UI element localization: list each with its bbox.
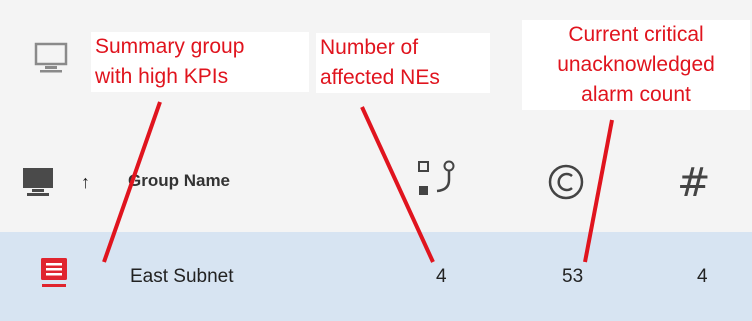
leader-affected-nes: [360, 106, 435, 263]
callout-summary-line-1: Summary group: [95, 35, 245, 58]
callout-summary-line-2: with high KPIs: [95, 65, 229, 88]
callout-critical-line-1: Current critical: [568, 23, 704, 46]
leader-critical-alarms: [583, 119, 614, 263]
callout-nes-line-1: Number of: [320, 36, 419, 59]
callout-critical-line-2: unacknowledged: [557, 53, 715, 76]
leader-summary-group: [102, 101, 162, 263]
callout-nes-line-2: affected NEs: [320, 66, 440, 89]
callout-critical-line-3: alarm count: [581, 83, 691, 106]
callout-critical-alarms: Current critical unacknowledged alarm co…: [522, 20, 750, 110]
callout-affected-nes: Number of affected NEs: [316, 33, 490, 93]
callout-summary-group: Summary group with high KPIs: [91, 32, 309, 92]
